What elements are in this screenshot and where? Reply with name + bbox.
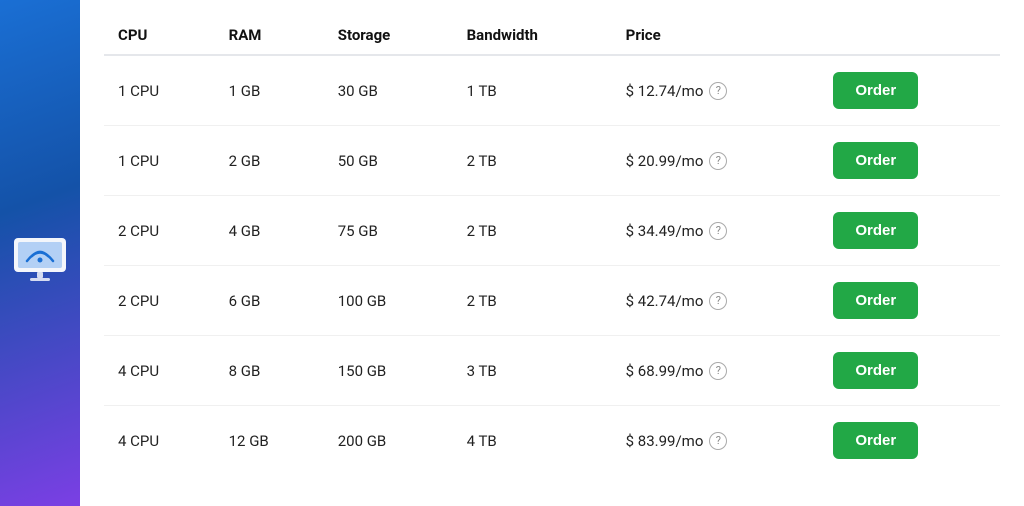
cell-storage: 50 GB	[324, 126, 453, 196]
cell-bandwidth: 3 TB	[453, 336, 612, 406]
cell-action: Order	[819, 266, 1000, 336]
cell-cpu: 4 CPU	[104, 406, 215, 476]
cell-ram: 1 GB	[215, 55, 324, 126]
cell-cpu: 2 CPU	[104, 266, 215, 336]
order-button[interactable]: Order	[833, 422, 918, 459]
order-button[interactable]: Order	[833, 352, 918, 389]
header-cpu: CPU	[104, 16, 215, 55]
help-icon[interactable]: ?	[709, 222, 727, 240]
cell-cpu: 2 CPU	[104, 196, 215, 266]
cell-ram: 2 GB	[215, 126, 324, 196]
cell-action: Order	[819, 55, 1000, 126]
cell-ram: 4 GB	[215, 196, 324, 266]
help-icon[interactable]: ?	[709, 152, 727, 170]
cell-bandwidth: 1 TB	[453, 55, 612, 126]
vps-icon	[10, 218, 70, 288]
cell-price: $ 20.99/mo?	[612, 126, 820, 196]
help-icon[interactable]: ?	[709, 362, 727, 380]
help-icon[interactable]: ?	[709, 432, 727, 450]
cell-price: $ 34.49/mo?	[612, 196, 820, 266]
help-icon[interactable]: ?	[709, 292, 727, 310]
cell-storage: 75 GB	[324, 196, 453, 266]
table-row: 1 CPU1 GB30 GB1 TB$ 12.74/mo?Order	[104, 55, 1000, 126]
cell-ram: 12 GB	[215, 406, 324, 476]
cell-storage: 150 GB	[324, 336, 453, 406]
cell-bandwidth: 4 TB	[453, 406, 612, 476]
cell-bandwidth: 2 TB	[453, 196, 612, 266]
cell-cpu: 1 CPU	[104, 126, 215, 196]
price-value: $ 12.74/mo	[626, 82, 704, 100]
cell-storage: 200 GB	[324, 406, 453, 476]
cell-storage: 30 GB	[324, 55, 453, 126]
order-button[interactable]: Order	[833, 72, 918, 109]
cell-cpu: 1 CPU	[104, 55, 215, 126]
table-row: 4 CPU8 GB150 GB3 TB$ 68.99/mo?Order	[104, 336, 1000, 406]
table-row: 1 CPU2 GB50 GB2 TB$ 20.99/mo?Order	[104, 126, 1000, 196]
price-value: $ 42.74/mo	[626, 292, 704, 310]
header-storage: Storage	[324, 16, 453, 55]
cell-bandwidth: 2 TB	[453, 266, 612, 336]
cell-price: $ 83.99/mo?	[612, 406, 820, 476]
order-button[interactable]: Order	[833, 142, 918, 179]
cell-storage: 100 GB	[324, 266, 453, 336]
table-row: 2 CPU6 GB100 GB2 TB$ 42.74/mo?Order	[104, 266, 1000, 336]
help-icon[interactable]: ?	[709, 82, 727, 100]
cell-action: Order	[819, 336, 1000, 406]
cell-ram: 6 GB	[215, 266, 324, 336]
cell-action: Order	[819, 196, 1000, 266]
price-value: $ 20.99/mo	[626, 152, 704, 170]
order-button[interactable]: Order	[833, 212, 918, 249]
price-value: $ 68.99/mo	[626, 362, 704, 380]
header-action	[819, 16, 1000, 55]
cell-ram: 8 GB	[215, 336, 324, 406]
cell-action: Order	[819, 126, 1000, 196]
header-ram: RAM	[215, 16, 324, 55]
pricing-table-container: CPU RAM Storage Bandwidth Price 1 CPU1 G…	[80, 0, 1024, 506]
price-value: $ 34.49/mo	[626, 222, 704, 240]
cell-price: $ 68.99/mo?	[612, 336, 820, 406]
header-bandwidth: Bandwidth	[453, 16, 612, 55]
order-button[interactable]: Order	[833, 282, 918, 319]
cell-price: $ 12.74/mo?	[612, 55, 820, 126]
table-row: 4 CPU12 GB200 GB4 TB$ 83.99/mo?Order	[104, 406, 1000, 476]
pricing-table: CPU RAM Storage Bandwidth Price 1 CPU1 G…	[104, 16, 1000, 475]
sidebar	[0, 0, 80, 506]
header-price: Price	[612, 16, 820, 55]
table-row: 2 CPU4 GB75 GB2 TB$ 34.49/mo?Order	[104, 196, 1000, 266]
price-value: $ 83.99/mo	[626, 432, 704, 450]
cell-price: $ 42.74/mo?	[612, 266, 820, 336]
cell-bandwidth: 2 TB	[453, 126, 612, 196]
cell-action: Order	[819, 406, 1000, 476]
cell-cpu: 4 CPU	[104, 336, 215, 406]
